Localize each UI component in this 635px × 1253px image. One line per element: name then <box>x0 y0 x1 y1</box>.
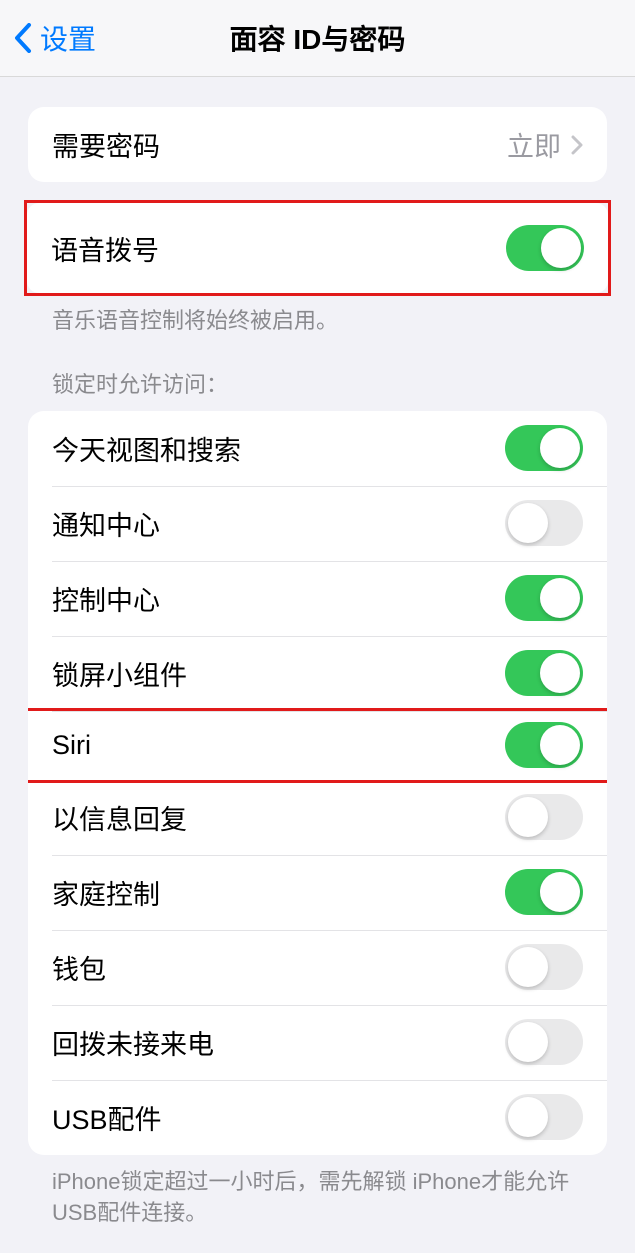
lock-item-toggle[interactable] <box>505 1094 583 1140</box>
navigation-bar: 设置 面容 ID与密码 <box>0 0 635 77</box>
lock-item-label: 钱包 <box>52 948 505 987</box>
lock-item-label: 回拨未接来电 <box>52 1023 505 1062</box>
back-label: 设置 <box>40 18 96 58</box>
lock-item-toggle[interactable] <box>505 944 583 990</box>
voice-dial-toggle[interactable] <box>506 225 584 271</box>
lock-access-group: 今天视图和搜索通知中心控制中心锁屏小组件 Siri 以信息回复家庭控制钱包回拨未接来… <box>28 411 607 1155</box>
lock-item-toggle[interactable] <box>505 500 583 546</box>
lock-item-label: 今天视图和搜索 <box>52 429 505 468</box>
chevron-left-icon <box>14 23 32 53</box>
lock-item-row: 锁屏小组件 <box>28 636 607 711</box>
lock-item-toggle[interactable] <box>505 794 583 840</box>
back-button[interactable]: 设置 <box>0 18 96 58</box>
lock-item-label: 以信息回复 <box>52 798 505 837</box>
lock-item-label: USB配件 <box>52 1098 505 1137</box>
voice-dial-label: 语音拨号 <box>51 229 506 268</box>
lock-item-row: 钱包 <box>28 930 607 1005</box>
lock-item-toggle[interactable] <box>505 650 583 696</box>
lock-item-row: USB配件 <box>28 1080 607 1155</box>
lock-item-row: 回拨未接来电 <box>28 1005 607 1080</box>
lock-item-toggle[interactable] <box>505 722 583 768</box>
require-passcode-label: 需要密码 <box>52 125 507 164</box>
lock-item-label: 锁屏小组件 <box>52 654 505 693</box>
lock-item-toggle[interactable] <box>505 425 583 471</box>
lock-item-toggle[interactable] <box>505 575 583 621</box>
voice-dial-row: 语音拨号 <box>27 203 608 293</box>
require-passcode-row[interactable]: 需要密码 立即 <box>28 107 607 182</box>
lock-item-row: Siri <box>28 708 607 783</box>
require-passcode-value: 立即 <box>507 125 561 164</box>
usb-note: iPhone锁定超过一小时后，需先解锁 iPhone才能允许USB配件连接。 <box>28 1155 607 1229</box>
voice-dial-note: 音乐语音控制将始终被启用。 <box>28 294 607 337</box>
lock-item-label: 通知中心 <box>52 504 505 543</box>
lock-item-row: 以信息回复 <box>28 780 607 855</box>
lock-item-toggle[interactable] <box>505 869 583 915</box>
lock-item-row: 今天视图和搜索 <box>28 411 607 486</box>
chevron-right-icon <box>571 135 583 155</box>
lock-access-header: 锁定时允许访问： <box>28 367 607 411</box>
lock-item-label: 控制中心 <box>52 579 505 618</box>
lock-item-toggle[interactable] <box>505 1019 583 1065</box>
lock-item-row: 控制中心 <box>28 561 607 636</box>
lock-item-label: 家庭控制 <box>52 873 505 912</box>
lock-item-row: 家庭控制 <box>28 855 607 930</box>
lock-item-row: 通知中心 <box>28 486 607 561</box>
lock-item-label: Siri <box>52 730 505 761</box>
